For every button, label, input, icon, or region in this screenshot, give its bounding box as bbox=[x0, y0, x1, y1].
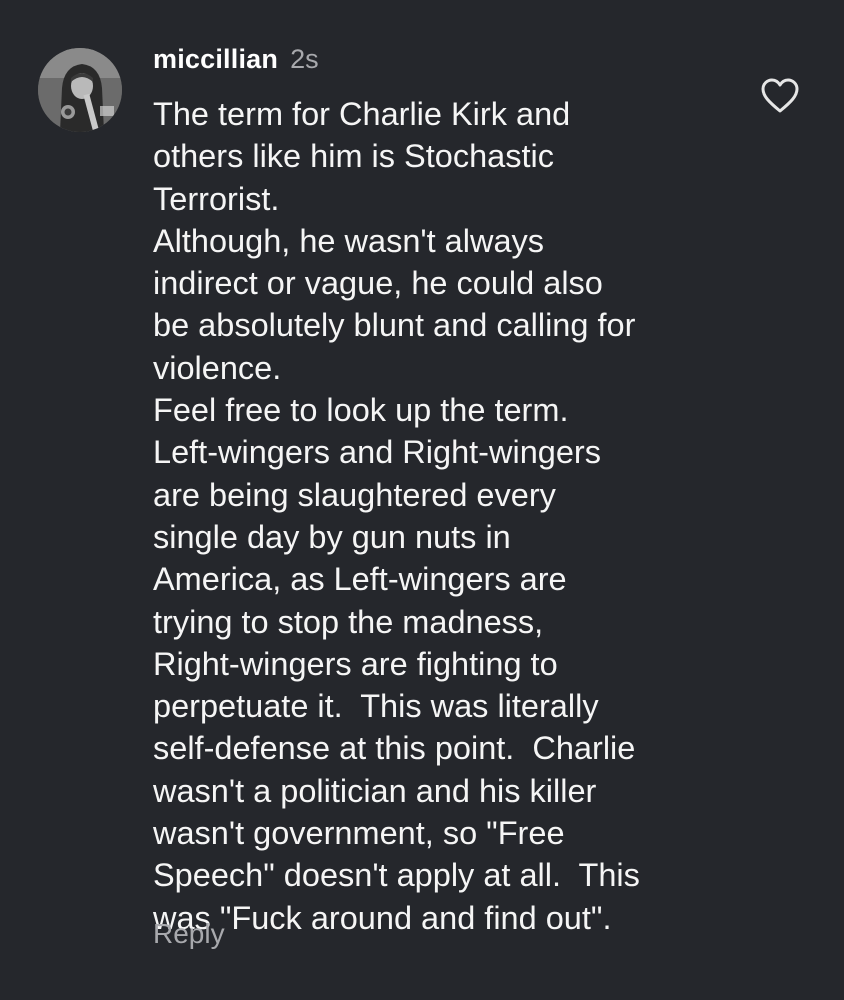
comment-line: indirect or vague, he could also bbox=[153, 265, 603, 302]
username[interactable]: miccillian bbox=[153, 44, 278, 75]
timestamp: 2s bbox=[290, 44, 319, 74]
reply-button[interactable]: Reply bbox=[153, 918, 225, 950]
comment-line: wasn't a politician and his killer bbox=[153, 772, 597, 809]
comment-line: Although, he wasn't always bbox=[153, 222, 545, 259]
comment-line: wasn't government, so "Free bbox=[153, 815, 565, 852]
heart-outline-icon bbox=[761, 78, 799, 113]
comment-line: others like him is Stochastic bbox=[153, 138, 554, 175]
comment-line: self-defense at this point. Charlie bbox=[153, 730, 636, 767]
comment-header: miccillian 2s bbox=[153, 44, 319, 84]
comment-line: Left-wingers and Right-wingers bbox=[153, 434, 601, 471]
comment-line: Feel free to look up the term. bbox=[153, 392, 569, 429]
avatar[interactable] bbox=[38, 48, 122, 132]
comment-body: The term for Charlie Kirk and others lik… bbox=[153, 93, 753, 939]
comment-line: was "Fuck around and find out". bbox=[153, 899, 612, 936]
comment-line: Speech" doesn't apply at all. This bbox=[153, 857, 640, 894]
comment-line: are being slaughtered every bbox=[153, 476, 556, 513]
comment-line: Terrorist. bbox=[153, 180, 280, 217]
comment-line: violence. bbox=[153, 349, 282, 386]
comment-line: Right-wingers are fighting to bbox=[153, 645, 558, 682]
comment-line: America, as Left-wingers are bbox=[153, 561, 567, 598]
like-button[interactable] bbox=[761, 78, 799, 114]
comment-line: perpetuate it. This was literally bbox=[153, 688, 599, 725]
avatar-image bbox=[38, 48, 122, 132]
comment-line: The term for Charlie Kirk and bbox=[153, 96, 571, 132]
comment-line: be absolutely blunt and calling for bbox=[153, 307, 636, 344]
comment-line: trying to stop the madness, bbox=[153, 603, 544, 640]
comment: miccillian 2s The term for Charlie Kirk … bbox=[0, 0, 844, 1000]
comment-line: single day by gun nuts in bbox=[153, 518, 511, 555]
